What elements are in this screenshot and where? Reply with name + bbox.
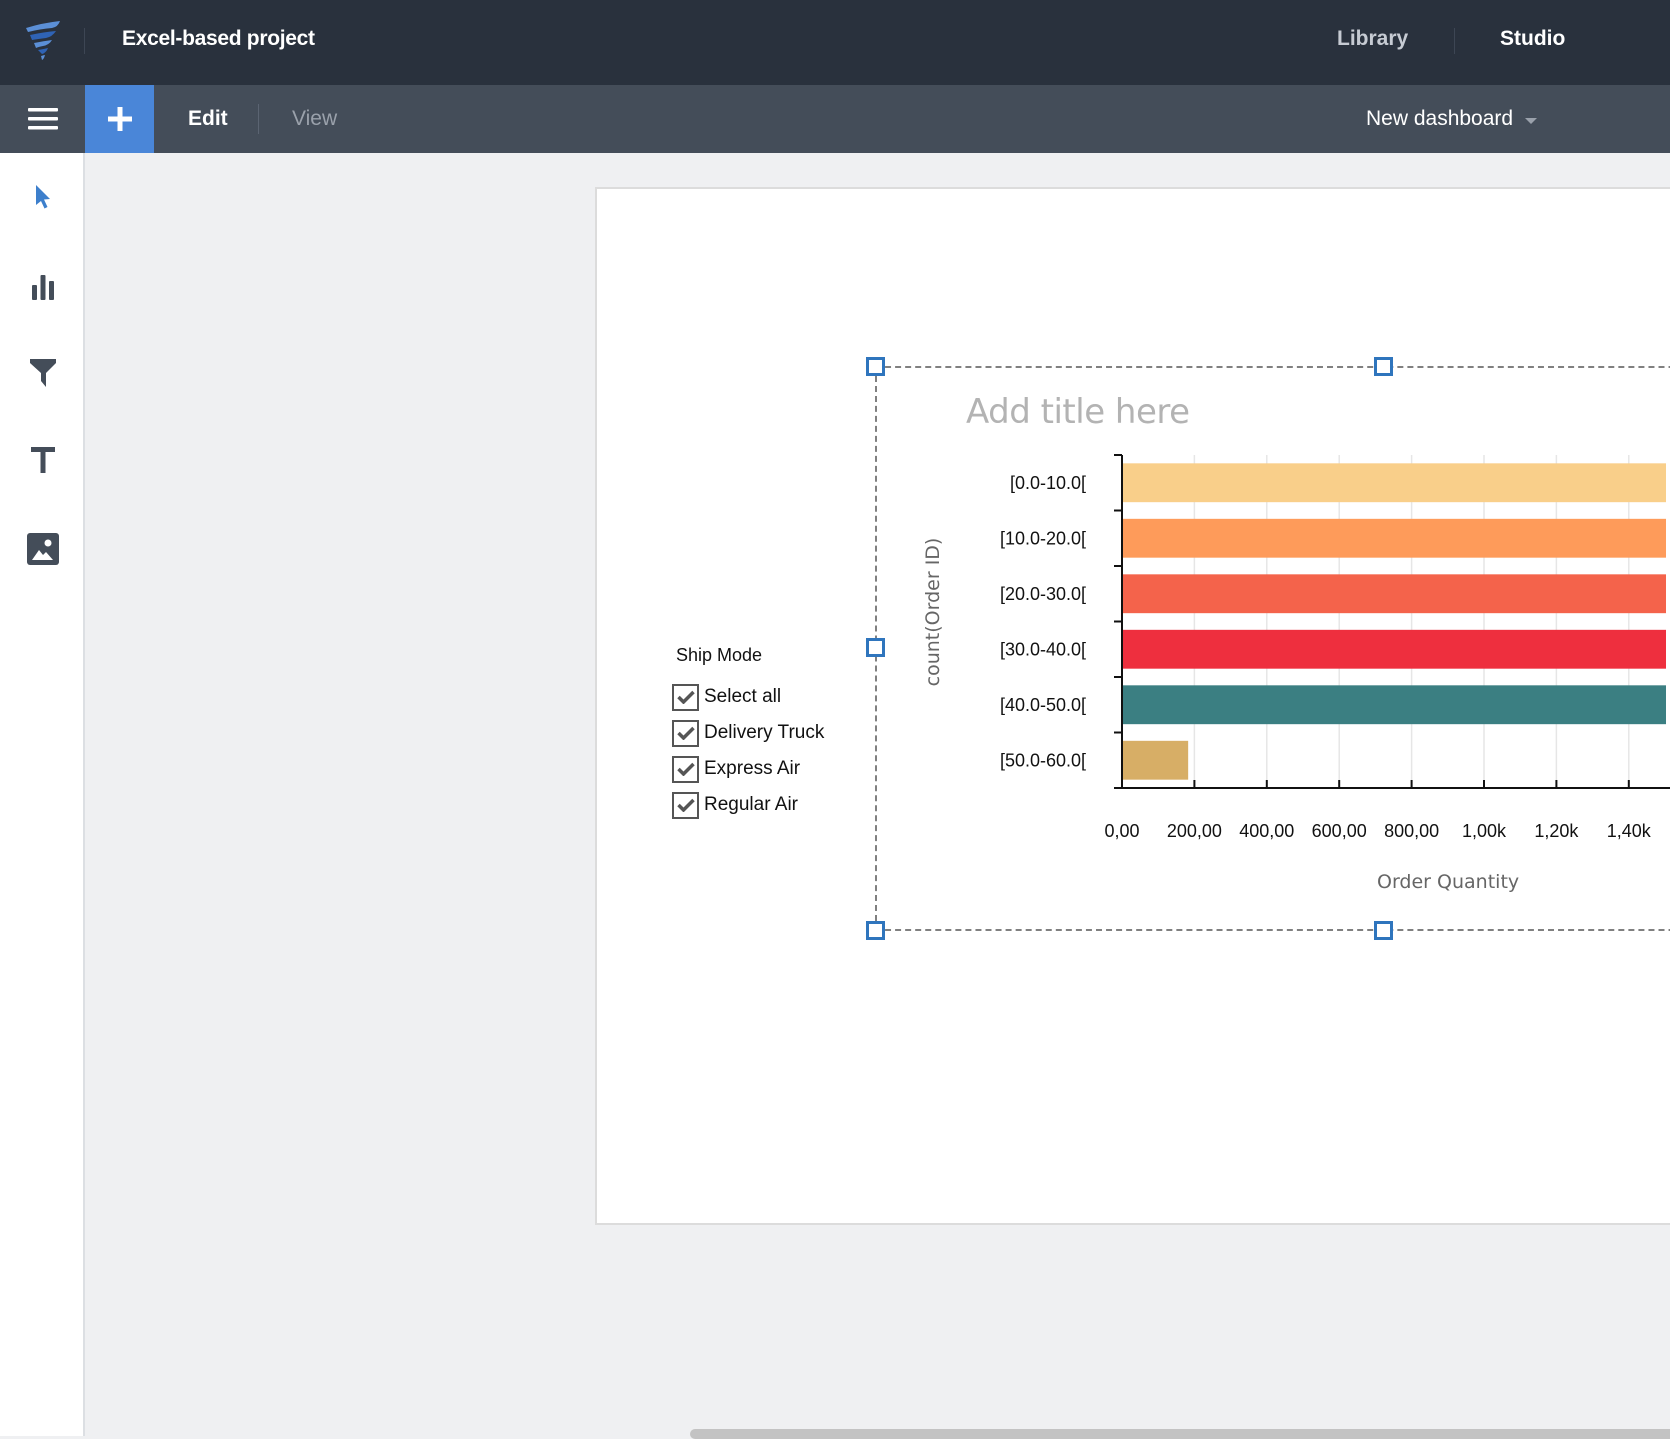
tab-view[interactable]: View <box>292 107 337 131</box>
filter-option-select-all[interactable]: Select all <box>672 679 824 715</box>
resize-handle-top-left[interactable] <box>866 357 885 376</box>
dashboard-select[interactable]: New dashboard <box>1366 107 1538 131</box>
checkbox[interactable] <box>672 683 699 711</box>
checkbox-label: Express Air <box>704 758 801 779</box>
checkbox-label: Select all <box>704 686 782 707</box>
divider <box>258 104 259 134</box>
divider <box>84 28 85 54</box>
menu-button[interactable] <box>0 85 85 153</box>
project-title: Excel-based project <box>122 27 315 50</box>
filter-option-regular-air[interactable]: Regular Air <box>672 787 824 823</box>
chart-selection-frame[interactable] <box>875 366 1670 931</box>
horizontal-scrollbar[interactable] <box>690 1429 1670 1439</box>
resize-handle-bottom-center[interactable] <box>1374 921 1393 940</box>
nav-studio[interactable]: Studio <box>1500 27 1565 51</box>
sidebar-item-text[interactable] <box>0 430 85 490</box>
chart-title-placeholder[interactable]: Add title here <box>966 392 1190 432</box>
image-icon <box>26 533 59 565</box>
checkmark-icon <box>676 798 695 812</box>
sidebar-item-chart[interactable] <box>0 257 85 317</box>
checkmark-icon <box>676 690 695 704</box>
tab-edit[interactable]: Edit <box>188 107 228 131</box>
checkbox-label: Delivery Truck <box>704 722 825 743</box>
bar-chart-icon <box>31 275 54 300</box>
text-t-icon <box>30 447 55 473</box>
checkbox[interactable] <box>672 755 699 783</box>
nav-library[interactable]: Library <box>1337 27 1408 51</box>
funnel-icon <box>29 359 56 387</box>
hamburger-menu-icon <box>27 108 58 130</box>
add-button[interactable] <box>85 85 154 153</box>
ship-mode-filter: Ship Mode Select all Delivery Truck Expr… <box>672 645 824 823</box>
checkmark-icon <box>676 762 695 776</box>
sidebar-item-select[interactable] <box>0 167 85 227</box>
checkmark-icon <box>676 726 695 740</box>
resize-handle-middle-left[interactable] <box>866 638 885 657</box>
sidebar-item-image[interactable] <box>0 519 85 579</box>
checkbox-label: Regular Air <box>704 794 798 815</box>
filter-title: Ship Mode <box>676 645 763 665</box>
checkbox[interactable] <box>672 791 699 819</box>
filter-option-delivery-truck[interactable]: Delivery Truck <box>672 715 824 751</box>
tornado-logo-icon[interactable] <box>22 18 64 64</box>
divider <box>1454 28 1455 54</box>
toolbar: Edit View New dashboard <box>0 85 1670 153</box>
dashboard-select-label: New dashboard <box>1366 107 1514 130</box>
x-axis-label: Order Quantity <box>1377 871 1520 893</box>
resize-handle-top-center[interactable] <box>1374 357 1393 376</box>
sidebar-item-filter[interactable] <box>0 343 85 403</box>
checkbox[interactable] <box>672 719 699 747</box>
caret-down-icon <box>1525 117 1538 124</box>
plus-icon <box>107 107 132 131</box>
resize-handle-bottom-left[interactable] <box>866 921 885 940</box>
top-bar: Excel-based project Library Studio <box>0 0 1670 85</box>
filter-option-express-air[interactable]: Express Air <box>672 751 824 787</box>
cursor-arrow-icon <box>35 185 50 209</box>
tool-sidebar <box>0 153 85 1436</box>
